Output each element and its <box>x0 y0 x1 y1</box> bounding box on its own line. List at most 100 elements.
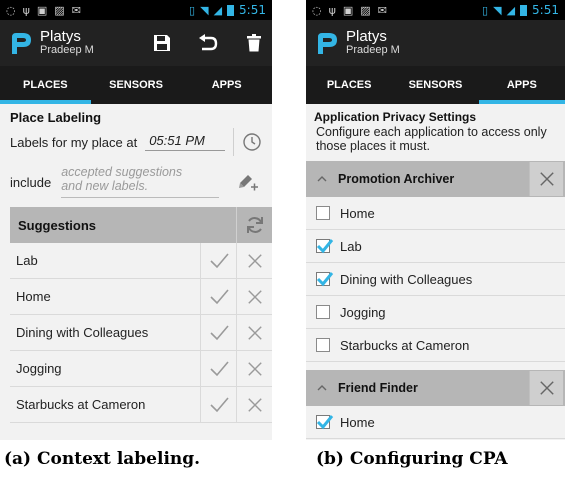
place-checkbox-row[interactable]: Lab <box>306 230 565 263</box>
reject-suggestion-button[interactable] <box>236 386 272 423</box>
reject-suggestion-button[interactable] <box>236 278 272 315</box>
place-checkbox-row[interactable]: Jogging <box>306 296 565 329</box>
checkbox-unchecked[interactable] <box>316 305 330 319</box>
refresh-icon <box>246 217 263 233</box>
checkbox-checked[interactable] <box>316 415 334 430</box>
app-name: Promotion Archiver <box>338 172 455 186</box>
suggestion-row: Lab <box>10 242 272 279</box>
delete-button[interactable] <box>244 33 264 53</box>
place-label: Starbucks at Cameron <box>340 337 470 353</box>
place-label: Home <box>340 205 375 221</box>
phone-screen-context-labeling: ◌ ψ ▣ ▨ ✉ ▯ ◥ ◢ 5:51 Platys Pradeep M PL… <box>0 0 272 440</box>
usb-icon: ψ <box>22 3 30 17</box>
include-hint-line: accepted suggestions <box>61 165 183 180</box>
checkmark-icon <box>316 272 334 287</box>
save-button[interactable] <box>152 33 172 53</box>
suggestion-row: Dining with Colleagues <box>10 314 272 351</box>
close-icon <box>247 397 262 412</box>
app-group-header[interactable]: Friend Finder <box>306 370 565 406</box>
tab-sensors[interactable]: SENSORS <box>392 66 478 104</box>
reject-suggestion-button[interactable] <box>236 350 272 387</box>
accept-suggestion-button[interactable] <box>200 386 236 423</box>
accept-suggestion-button[interactable] <box>200 242 236 279</box>
chevron-up-icon <box>316 384 330 392</box>
checkbox-checked[interactable] <box>316 272 334 287</box>
description-line: Configure each application to access onl… <box>316 125 547 139</box>
accept-suggestion-button[interactable] <box>200 278 236 315</box>
time-field[interactable]: 05:51 PM <box>145 133 226 151</box>
save-icon <box>154 35 170 51</box>
reject-suggestion-button[interactable] <box>236 314 272 351</box>
reject-suggestion-button[interactable] <box>236 242 272 279</box>
checkbox-checked[interactable] <box>316 239 334 254</box>
refresh-button[interactable] <box>236 207 272 243</box>
status-time: 5:51 <box>239 3 266 17</box>
description-line: those places it must. <box>316 139 430 153</box>
signal-icon: ◢ <box>213 3 223 17</box>
privacy-settings-description: Configure each application to access onl… <box>306 124 565 153</box>
tab-bar: PLACES SENSORS APPS <box>0 66 272 104</box>
undo-button[interactable] <box>198 33 218 53</box>
checkbox-unchecked[interactable] <box>316 206 330 220</box>
labels-prefix: Labels for my place at <box>10 134 138 150</box>
battery-icon <box>520 4 528 16</box>
tab-sensors[interactable]: SENSORS <box>91 66 182 104</box>
app-group-header[interactable]: Promotion Archiver <box>306 161 565 197</box>
wifi-icon: ◥ <box>493 3 502 17</box>
add-tag-icon[interactable] <box>237 171 259 193</box>
signal-icon: ◢ <box>506 3 516 17</box>
vibrate-icon: ▯ <box>189 3 196 17</box>
suggestions-title: Suggestions <box>18 217 97 233</box>
tab-apps[interactable]: APPS <box>478 66 565 104</box>
include-row: include accepted suggestions and new lab… <box>0 159 272 205</box>
action-bar: Platys Pradeep M <box>0 20 272 66</box>
check-icon <box>209 288 229 304</box>
place-checkbox-row[interactable]: Dining with Colleagues <box>306 263 565 296</box>
battery-icon <box>227 4 235 16</box>
app-subtitle: Pradeep M <box>346 44 400 57</box>
chevron-up-icon <box>316 175 330 183</box>
app-title: Platys <box>40 28 81 46</box>
suggestions-header: Suggestions <box>10 207 272 243</box>
suggestion-label: Lab <box>16 253 38 268</box>
checkbox-unchecked[interactable] <box>316 338 330 352</box>
accept-suggestion-button[interactable] <box>200 314 236 351</box>
remove-app-button[interactable] <box>529 371 563 405</box>
app-groups: Promotion Archiver Home Lab Dining with Col… <box>306 161 565 439</box>
include-input[interactable]: accepted suggestions and new labels. <box>61 165 220 198</box>
check-icon <box>209 360 229 376</box>
status-bar: ◌ ψ ▣ ▨ ✉ ▯ ◥ ◢ 5:51 <box>0 0 272 20</box>
suggestion-label: Dining with Colleagues <box>16 325 149 340</box>
accept-suggestion-button[interactable] <box>200 350 236 387</box>
phone-screen-configuring-cpa: ◌ ψ ▣ ▨ ✉ ▯ ◥ ◢ 5:51 Platys Pradeep M PL… <box>306 0 565 440</box>
tab-apps[interactable]: APPS <box>181 66 272 104</box>
android-icon: ▣ <box>342 3 354 17</box>
place-label: Lab <box>340 238 362 254</box>
clock-icon[interactable] <box>242 132 262 152</box>
place-label: Dining with Colleagues <box>340 271 473 287</box>
undo-icon <box>199 34 218 51</box>
suggestion-label: Jogging <box>16 361 62 376</box>
close-icon <box>247 253 262 268</box>
suggestion-label: Home <box>16 289 51 304</box>
place-label: Jogging <box>340 304 386 320</box>
privacy-settings-title: Application Privacy Settings <box>314 110 477 124</box>
app-subtitle: Pradeep M <box>40 44 94 57</box>
suggestion-row: Home <box>10 278 272 315</box>
place-checkbox-row[interactable]: Starbucks at Cameron <box>306 329 565 362</box>
include-label: include <box>10 174 52 190</box>
android-icon: ▣ <box>36 3 48 17</box>
suggestion-label: Starbucks at Cameron <box>16 397 146 412</box>
place-checkbox-row[interactable]: Home <box>306 406 565 439</box>
check-icon <box>209 252 229 268</box>
tab-places[interactable]: PLACES <box>306 66 392 104</box>
ring-icon: ◌ <box>312 3 322 17</box>
close-icon <box>539 381 554 395</box>
tab-places[interactable]: PLACES <box>0 66 91 104</box>
platys-logo-icon <box>318 33 337 54</box>
suggestion-row: Jogging <box>10 350 272 387</box>
remove-app-button[interactable] <box>529 162 563 196</box>
mail-icon: ✉ <box>377 3 387 17</box>
place-checkbox-row[interactable]: Home <box>306 197 565 230</box>
usb-icon: ψ <box>328 3 336 17</box>
